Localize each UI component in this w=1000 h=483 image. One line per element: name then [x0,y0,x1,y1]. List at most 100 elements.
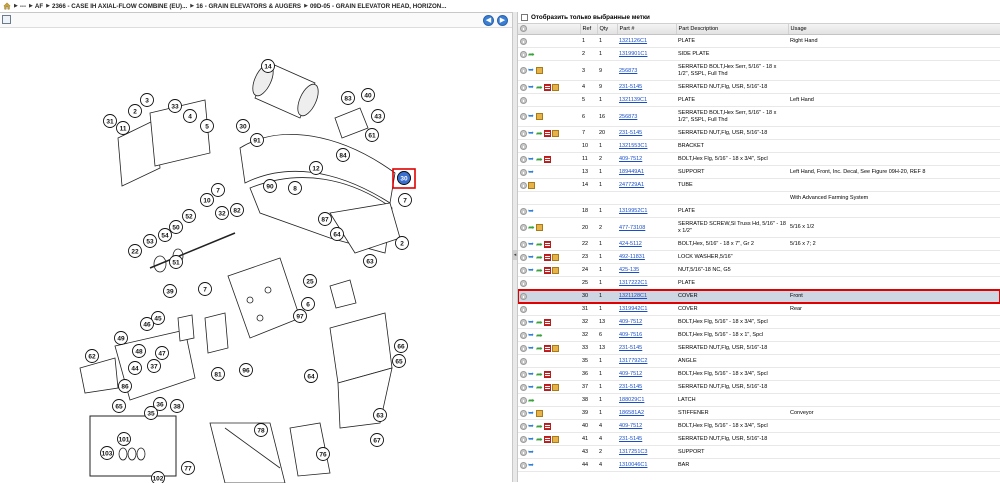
table-row[interactable]: ➥4321317251C3SUPPORT [518,446,1000,459]
cell-part-number[interactable]: 1321126C1 [617,35,676,48]
part-number-link[interactable]: 231-5145 [619,130,642,136]
wrench-icon[interactable]: ➥ [528,113,535,120]
green-arrow-icon[interactable]: ➦ [536,254,543,261]
table-row[interactable]: 511321139C1PLATELeft Hand [518,94,1000,107]
wrench-icon[interactable]: ➥ [528,462,535,469]
table-row[interactable]: 111321126C1PLATERight Hand [518,35,1000,48]
table-row[interactable]: ➥1811319952C1PLATE [518,205,1000,218]
info-icon[interactable] [520,332,527,339]
callout-10[interactable]: 10 [201,194,214,207]
cell-part-number[interactable]: 256873 [617,107,676,127]
cell-part-number[interactable]: 1310046C1 [617,459,676,472]
callout-7[interactable]: 7 [199,283,212,296]
document-icon[interactable] [544,241,551,248]
part-number-link[interactable]: 409-7512 [619,156,642,162]
callout-103[interactable]: 103 [101,447,114,460]
cell-part-number[interactable]: 1317251C3 [617,446,676,459]
callout-63[interactable]: 63 [374,409,387,422]
callout-67[interactable]: 67 [371,434,384,447]
show-selected-only-checkbox[interactable] [521,14,528,21]
part-number-link[interactable]: 1319952C1 [619,208,647,214]
callout-8[interactable]: 8 [289,182,302,195]
table-row[interactable]: ➥➦112409-7512BOLT,Hex Flg, 5/16" - 18 x … [518,153,1000,166]
cell-part-number[interactable]: 186581A2 [617,407,676,420]
part-number-link[interactable]: 424-5112 [619,241,642,247]
document-icon[interactable] [544,423,551,430]
cell-part-number[interactable]: 1321553C1 [617,140,676,153]
part-number-link[interactable]: 247729A1 [619,182,644,188]
package-icon[interactable] [552,84,559,91]
cell-part-number[interactable]: 256873 [617,61,676,81]
callout-35[interactable]: 35 [145,407,158,420]
callout-101[interactable]: 101 [118,433,131,446]
green-arrow-icon[interactable]: ➦ [536,156,543,163]
info-icon[interactable] [520,208,527,215]
part-number-link[interactable]: 1317251C3 [619,449,647,455]
breadcrumb-item[interactable]: 09D-05 - GRAIN ELEVATOR HEAD, HORIZON... [310,3,446,10]
callout-6[interactable]: 6 [302,298,315,311]
table-row[interactable]: ➥➦361409-7512BOLT,Hex Flg, 5/16" - 18 x … [518,368,1000,381]
info-icon[interactable] [520,371,527,378]
part-number-link[interactable]: 231-5145 [619,384,642,390]
table-row[interactable]: 2511317222C1PLATE [518,277,1000,290]
part-number-link[interactable]: 231-5145 [619,436,642,442]
part-number-link[interactable]: 409-7512 [619,423,642,429]
table-row[interactable]: 3011321128C1COVERFront [518,290,1000,303]
callout-87[interactable]: 87 [319,213,332,226]
table-row[interactable]: 3111319942C1COVERRear [518,303,1000,316]
info-icon[interactable] [520,280,527,287]
green-arrow-icon[interactable]: ➦ [536,241,543,248]
cell-part-number[interactable]: 409-7512 [617,420,676,433]
wrench-icon[interactable]: ➥ [528,67,535,74]
callout-52[interactable]: 52 [183,210,196,223]
cell-part-number[interactable]: 409-7516 [617,329,676,342]
callout-62[interactable]: 62 [86,350,99,363]
callout-50[interactable]: 50 [170,221,183,234]
table-row[interactable]: ➥➦414231-5145SERRATED NUT,Flg, USR, 5/16… [518,433,1000,446]
table-row[interactable]: ➥➦231492-11831LOCK WASHER,5/16" [518,251,1000,264]
info-icon[interactable] [520,113,527,120]
info-icon[interactable] [520,462,527,469]
part-number-link[interactable]: 1321128C1 [619,293,647,299]
header-qty[interactable]: Qty [597,24,617,35]
callout-37[interactable]: 37 [148,360,161,373]
callout-91[interactable]: 91 [251,134,264,147]
breadcrumb-item[interactable]: --- [20,3,26,10]
green-arrow-icon[interactable]: ➦ [536,332,543,339]
breadcrumb-item[interactable]: AF [35,3,43,10]
callout-14[interactable]: 14 [262,60,275,73]
cell-part-number[interactable]: 231-5145 [617,381,676,394]
cell-part-number[interactable]: 247729A1 [617,179,676,192]
table-row[interactable]: ➦381188029C1LATCH [518,394,1000,407]
package-icon[interactable] [536,410,543,417]
info-icon[interactable] [520,169,527,176]
info-icon[interactable] [520,345,527,352]
part-number-link[interactable]: 231-5145 [619,345,642,351]
cell-part-number[interactable]: 409-7512 [617,316,676,329]
package-icon[interactable] [552,384,559,391]
cell-part-number[interactable]: 188029C1 [617,394,676,407]
part-number-link[interactable]: 256873 [619,114,637,120]
cell-part-number[interactable]: 231-5145 [617,433,676,446]
callout-7[interactable]: 7 [212,184,225,197]
callout-43[interactable]: 43 [372,110,385,123]
part-number-link[interactable]: 188029C1 [619,397,644,403]
cell-part-number[interactable]: 1317792C2 [617,355,676,368]
callout-46[interactable]: 46 [141,318,154,331]
wrench-icon[interactable]: ➥ [528,371,535,378]
table-row[interactable]: ➥➦371231-5145SERRATED NUT,Flg, USR, 5/16… [518,381,1000,394]
header-description[interactable]: Part Description [676,24,788,35]
info-icon[interactable] [520,254,527,261]
cell-part-number[interactable]: 1321139C1 [617,94,676,107]
callout-2[interactable]: 2 [396,237,409,250]
callout-22[interactable]: 22 [129,245,142,258]
cell-part-number[interactable]: 477-73108 [617,218,676,238]
info-icon[interactable] [520,306,527,313]
cell-part-number[interactable]: 231-5145 [617,81,676,94]
callout-90[interactable]: 90 [264,180,277,193]
info-icon[interactable] [520,224,527,231]
cell-part-number[interactable]: 189449A1 [617,166,676,179]
part-number-link[interactable]: 186581A2 [619,410,644,416]
wrench-icon[interactable]: ➥ [528,254,535,261]
callout-54[interactable]: 54 [159,229,172,242]
